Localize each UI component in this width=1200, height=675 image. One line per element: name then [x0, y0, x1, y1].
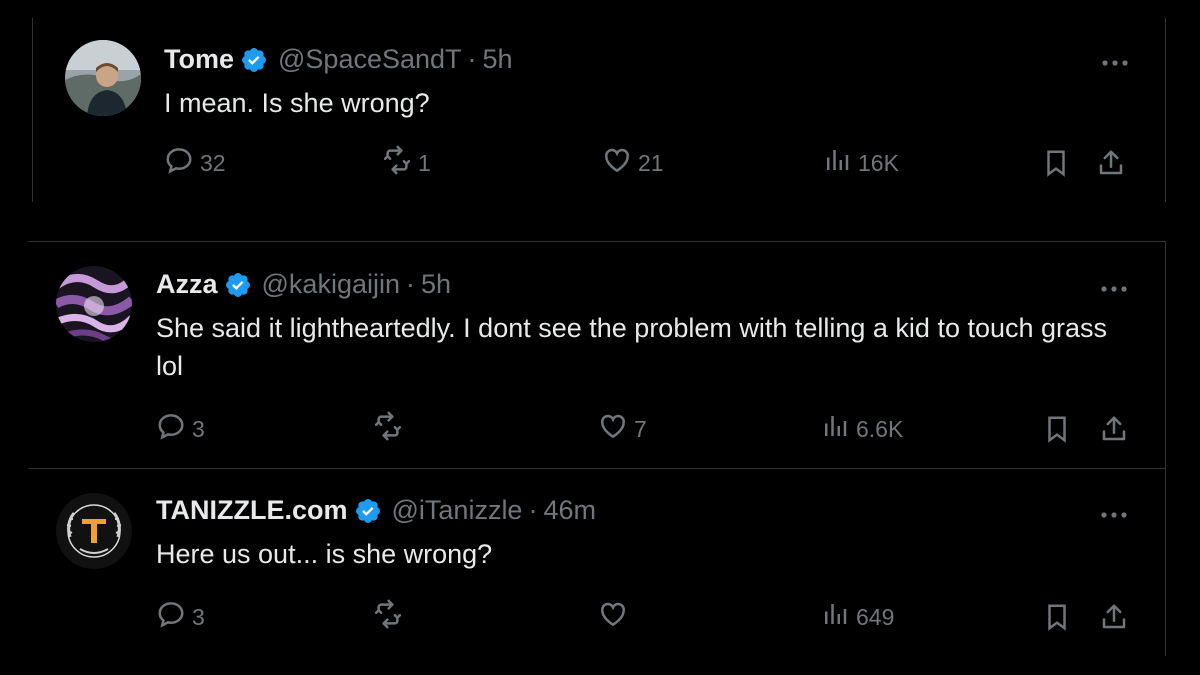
- like-icon: [598, 411, 628, 447]
- bookmark-icon[interactable]: [1042, 414, 1072, 449]
- like-button[interactable]: 7: [598, 411, 647, 447]
- like-button[interactable]: [598, 599, 634, 635]
- verified-badge-icon: [224, 271, 252, 299]
- tweet-text: Here us out... is she wrong?: [156, 539, 493, 569]
- tweet-text: She said it lightheartedly. I dont see t…: [156, 313, 1108, 381]
- tweet-header: Azza @kakigaijin · 5h: [156, 269, 451, 300]
- timestamp[interactable]: 46m: [543, 495, 596, 526]
- share-icon[interactable]: [1099, 602, 1129, 637]
- verified-badge-icon: [240, 46, 268, 74]
- tweet-card-1[interactable]: Tome @SpaceSandT · 5h I mean. Is she wro…: [32, 18, 1166, 202]
- separator: ·: [528, 495, 538, 525]
- reply-icon: [156, 411, 186, 447]
- share-icon[interactable]: [1099, 414, 1129, 449]
- retweet-icon: [373, 599, 403, 635]
- reply-button[interactable]: 3: [156, 599, 205, 635]
- handle[interactable]: @iTanizzle: [392, 495, 523, 526]
- views-icon: [820, 599, 850, 635]
- retweet-button[interactable]: 1: [382, 145, 431, 181]
- reply-icon: [164, 145, 194, 181]
- reply-button[interactable]: 3: [156, 411, 205, 447]
- separator: ·: [405, 269, 415, 299]
- tweet-text: I mean. Is she wrong?: [164, 88, 430, 118]
- handle[interactable]: @SpaceSandT: [278, 44, 462, 75]
- display-name[interactable]: Tome: [164, 44, 234, 75]
- views-count: 16K: [858, 149, 899, 176]
- tweet-card-2[interactable]: Azza @kakigaijin · 5h She said it lighth…: [28, 241, 1166, 468]
- reply-icon: [156, 599, 186, 635]
- retweet-button[interactable]: [373, 411, 409, 447]
- tweet-header: Tome @SpaceSandT · 5h: [164, 44, 513, 75]
- share-icon[interactable]: [1096, 148, 1126, 183]
- separator: ·: [467, 44, 477, 74]
- like-icon: [602, 145, 632, 181]
- display-name[interactable]: Azza: [156, 269, 218, 300]
- like-button[interactable]: 21: [602, 145, 664, 181]
- tweet-card-3[interactable]: TANIZZLE.com @iTanizzle · 46m Here us ou…: [28, 468, 1166, 656]
- avatar[interactable]: [56, 266, 132, 342]
- timestamp[interactable]: 5h: [483, 44, 513, 75]
- reply-button[interactable]: 32: [164, 145, 226, 181]
- like-count: 21: [638, 149, 664, 176]
- tweet-header: TANIZZLE.com @iTanizzle · 46m: [156, 495, 596, 526]
- views-count: 649: [856, 603, 895, 630]
- more-icon[interactable]: [1100, 55, 1130, 66]
- display-name[interactable]: TANIZZLE.com: [156, 495, 348, 526]
- retweet-count: 1: [418, 149, 431, 176]
- more-icon[interactable]: [1099, 507, 1129, 518]
- bookmark-icon[interactable]: [1041, 148, 1071, 183]
- views-icon: [822, 145, 852, 181]
- views-button[interactable]: 649: [820, 599, 894, 635]
- retweet-icon: [382, 145, 412, 181]
- views-icon: [820, 411, 850, 447]
- views-count: 6.6K: [856, 415, 904, 442]
- bookmark-icon[interactable]: [1042, 602, 1072, 637]
- like-icon: [598, 599, 628, 635]
- views-button[interactable]: 16K: [822, 145, 899, 181]
- reply-count: 32: [200, 149, 226, 176]
- retweet-button[interactable]: [373, 599, 409, 635]
- reply-count: 3: [192, 603, 205, 630]
- views-button[interactable]: 6.6K: [820, 411, 903, 447]
- more-icon[interactable]: [1099, 281, 1129, 292]
- avatar[interactable]: [65, 40, 141, 116]
- like-count: 7: [634, 415, 647, 442]
- handle[interactable]: @kakigaijin: [262, 269, 400, 300]
- timestamp[interactable]: 5h: [421, 269, 451, 300]
- avatar[interactable]: [56, 493, 132, 569]
- retweet-icon: [373, 411, 403, 447]
- verified-badge-icon: [354, 497, 382, 525]
- reply-count: 3: [192, 415, 205, 442]
